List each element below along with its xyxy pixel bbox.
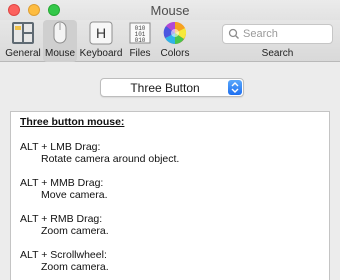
shortcut-label: ALT + LMB Drag: <box>20 141 101 153</box>
toolbar-item-colors[interactable]: Colors <box>157 20 193 62</box>
shortcut-label: ALT + MMB Drag: <box>20 177 104 189</box>
title-bar: Mouse <box>0 0 340 20</box>
toolbar-item-files[interactable]: 010 101 010 Files <box>125 20 155 62</box>
toolbar-label-keyboard: Keyboard <box>79 48 123 59</box>
shortcut-action: Rotate camera around object. <box>41 153 180 165</box>
general-icon <box>12 22 34 44</box>
search-label: Search <box>261 48 294 59</box>
toolbar-item-mouse[interactable]: Mouse <box>43 20 77 62</box>
help-entry: ALT + LMB Drag: Rotate camera around obj… <box>20 141 320 165</box>
svg-text:H: H <box>96 25 106 41</box>
toolbar-label-colors: Colors <box>160 48 190 59</box>
toolbar-label-files: Files <box>129 48 151 59</box>
svg-text:010: 010 <box>135 37 146 44</box>
help-heading: Three button mouse: <box>20 116 125 128</box>
mouse-help-panel: Three button mouse: ALT + LMB Drag: Rota… <box>10 111 330 280</box>
toolbar-item-general[interactable]: General <box>3 20 43 62</box>
help-entry: ALT + MMB Drag: Move camera. <box>20 177 320 201</box>
search-field[interactable] <box>222 24 333 44</box>
mouse-mode-select[interactable]: Three Button <box>100 78 244 97</box>
window-title: Mouse <box>150 3 190 18</box>
help-entry: ALT + RMB Drag: Zoom camera. <box>20 213 320 237</box>
shortcut-action: Zoom camera. <box>41 225 109 237</box>
mouse-icon <box>53 21 67 44</box>
toolbar-label-general: General <box>5 48 41 59</box>
help-entry: ALT + Scrollwheel: Zoom camera. <box>20 249 320 273</box>
shortcut-label: ALT + Scrollwheel: <box>20 249 107 261</box>
chevron-up-down-icon <box>228 80 242 95</box>
colors-icon <box>163 21 187 45</box>
toolbar-item-keyboard[interactable]: H Keyboard <box>79 20 123 62</box>
files-icon: 010 101 010 <box>129 22 151 44</box>
shortcut-action: Move camera. <box>41 189 108 201</box>
search-input[interactable] <box>243 27 329 41</box>
mouse-mode-value: Three Button <box>130 81 200 95</box>
shortcut-action: Zoom camera. <box>41 261 109 273</box>
toolbar-label-mouse: Mouse <box>44 48 75 59</box>
shortcut-label: ALT + RMB Drag: <box>20 213 103 225</box>
keyboard-icon: H <box>89 21 113 45</box>
preferences-toolbar: General Mouse H Keyboard 010 101 010 Fil… <box>0 20 340 62</box>
search-icon <box>228 28 239 39</box>
